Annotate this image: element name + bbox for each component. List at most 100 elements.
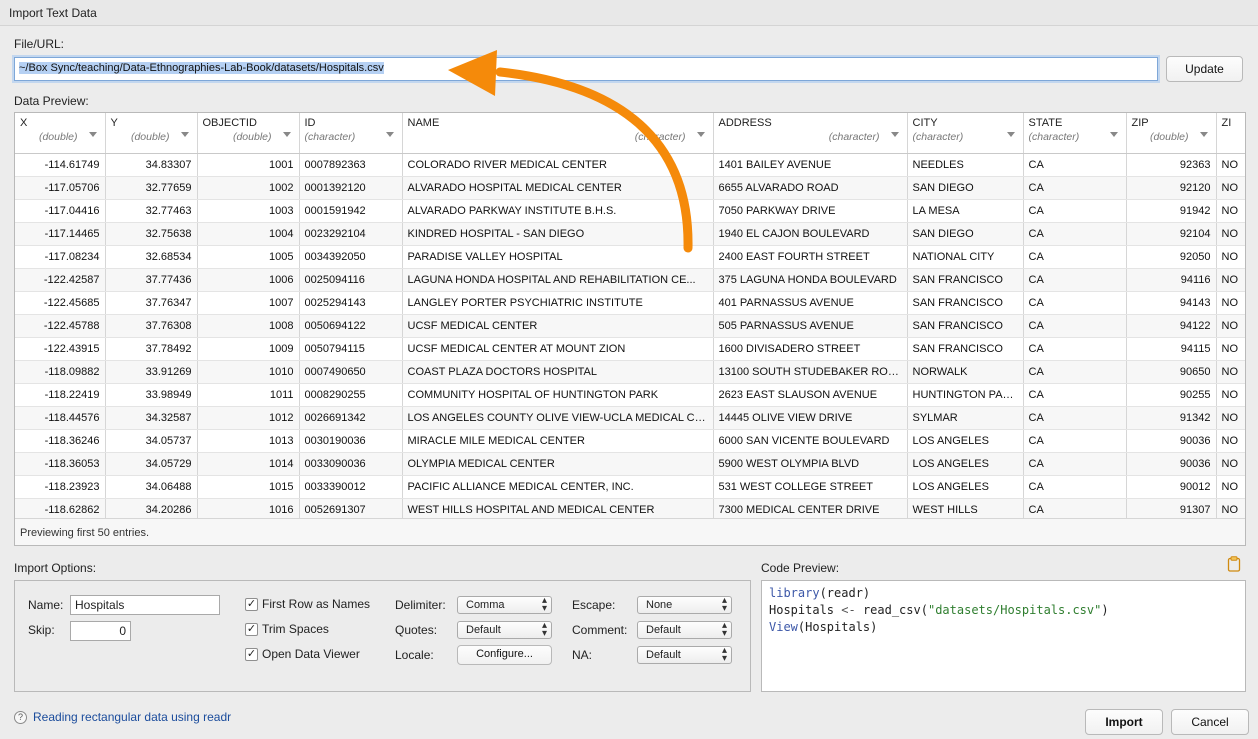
column-type-dropdown-icon[interactable] — [282, 132, 291, 137]
column-type-dropdown-icon[interactable] — [1109, 132, 1118, 137]
table-row: -122.45685 37.76347 1007 0025294143 LANGLEY … — [15, 291, 1245, 315]
checkbox-check-icon: ✓ — [245, 597, 258, 611]
cancel-button[interactable]: Cancel — [1171, 709, 1249, 735]
column-type-dropdown-icon[interactable] — [890, 132, 899, 137]
na-select[interactable]: Default ▴ ▾ — [637, 646, 732, 664]
name-input[interactable]: Hospitals — [70, 595, 220, 615]
table-cell: -118.09882 — [15, 360, 106, 384]
table-cell: 1013 — [197, 429, 300, 453]
escape-label: Escape: — [572, 598, 616, 612]
comment-value: Default — [646, 624, 681, 636]
code-preview-editor[interactable]: library(readr) Hospitals <- read_csv("da… — [761, 580, 1246, 692]
table-cell: 90012 — [1126, 475, 1217, 499]
clipboard-icon[interactable] — [1227, 556, 1241, 572]
table-cell: -122.45685 — [15, 291, 106, 315]
table-cell: CA — [1023, 291, 1127, 315]
file-url-value: ~/Box Sync/teaching/Data-Ethnographies-L… — [19, 62, 384, 74]
table-cell: 375 LAGUNA HONDA BOULEVARD — [713, 268, 908, 292]
table-row: -118.22419 33.98949 1011 0008290255 COMMUNIT… — [15, 383, 1245, 407]
code-line-2: Hospitals <- read_csv("datasets/Hospital… — [769, 603, 1109, 617]
skip-input[interactable]: 0 — [70, 621, 131, 641]
table-cell: NEEDLES — [907, 153, 1024, 177]
table-row: -118.23923 34.06488 1015 0033390012 PACIFIC … — [15, 475, 1245, 499]
table-cell: UCSF MEDICAL CENTER — [402, 314, 714, 338]
quotes-select[interactable]: Default ▴ ▾ — [457, 621, 552, 639]
table-cell: 1015 — [197, 475, 300, 499]
table-cell: CA — [1023, 406, 1127, 430]
locale-configure-button[interactable]: Configure... — [457, 645, 552, 665]
table-cell: CA — [1023, 199, 1127, 223]
column-type: (character) — [1028, 131, 1080, 143]
table-cell: 32.68534 — [105, 245, 198, 269]
table-cell: ALVARADO PARKWAY INSTITUTE B.H.S. — [402, 199, 714, 223]
table-cell: 32.77659 — [105, 176, 198, 200]
column-type-dropdown-icon[interactable] — [696, 132, 705, 137]
table-cell: 34.05737 — [105, 429, 198, 453]
data-preview-grid[interactable]: X (double) Y (double) OBJECTID (double) ID (cha… — [14, 112, 1246, 546]
column-type-dropdown-icon[interactable] — [1199, 132, 1208, 137]
table-cell: LOS ANGELES — [907, 452, 1024, 476]
column-type: (character) — [634, 131, 686, 143]
escape-select[interactable]: None ▴ ▾ — [637, 596, 732, 614]
table-cell: 505 PARNASSUS AVENUE — [713, 314, 908, 338]
readr-help-link[interactable]: ? Reading rectangular data using readr — [14, 710, 231, 724]
table-cell: -122.45788 — [15, 314, 106, 338]
table-cell: LANGLEY PORTER PSYCHIATRIC INSTITUTE — [402, 291, 714, 315]
column-type-dropdown-icon[interactable] — [88, 132, 97, 137]
table-row: -122.45788 37.76308 1008 0050694122 UCSF MED… — [15, 314, 1245, 338]
escape-value: None — [646, 599, 673, 611]
table-cell: 34.32587 — [105, 406, 198, 430]
table-cell: NO — [1216, 314, 1245, 338]
delimiter-label: Delimiter: — [395, 598, 446, 612]
table-cell: 0001392120 — [299, 176, 403, 200]
table-cell: SAN DIEGO — [907, 222, 1024, 246]
import-button[interactable]: Import — [1085, 709, 1163, 735]
table-header-row: X (double) Y (double) OBJECTID (double) ID (cha… — [15, 113, 1245, 154]
preview-footer: Previewing first 50 entries. — [15, 518, 1245, 545]
table-cell: CA — [1023, 452, 1127, 476]
column-header[interactable]: ZI — [1216, 113, 1245, 154]
file-url-input[interactable]: ~/Box Sync/teaching/Data-Ethnographies-L… — [14, 57, 1158, 81]
table-cell: 1009 — [197, 337, 300, 361]
table-cell: 94143 — [1126, 291, 1217, 315]
first-row-as-names-checkbox[interactable]: ✓ First Row as Names — [245, 597, 370, 611]
table-cell: NO — [1216, 475, 1245, 499]
column-name: NAME — [407, 117, 440, 129]
column-type-dropdown-icon[interactable] — [385, 132, 394, 137]
column-header[interactable]: OBJECTID (double) — [197, 113, 300, 154]
table-cell: 0050794115 — [299, 337, 403, 361]
table-cell: -118.36246 — [15, 429, 106, 453]
table-cell: 6000 SAN VICENTE BOULEVARD — [713, 429, 908, 453]
column-name: ZIP — [1131, 117, 1149, 129]
table-cell: 1600 DIVISADERO STREET — [713, 337, 908, 361]
column-header[interactable]: STATE (character) — [1023, 113, 1127, 154]
column-type-dropdown-icon[interactable] — [1006, 132, 1015, 137]
update-button[interactable]: Update — [1166, 56, 1243, 82]
open-data-viewer-checkbox[interactable]: ✓ Open Data Viewer — [245, 647, 360, 661]
table-cell: OLYMPIA MEDICAL CENTER — [402, 452, 714, 476]
trim-spaces-label: Trim Spaces — [262, 622, 329, 636]
column-header[interactable]: X (double) — [15, 113, 106, 154]
table-cell: CA — [1023, 268, 1127, 292]
trim-spaces-checkbox[interactable]: ✓ Trim Spaces — [245, 622, 329, 636]
table-cell: 1008 — [197, 314, 300, 338]
table-row: -117.05706 32.77659 1002 0001392120 ALVARADO… — [15, 176, 1245, 200]
open-data-viewer-label: Open Data Viewer — [262, 647, 360, 661]
column-header[interactable]: Y (double) — [105, 113, 198, 154]
column-header[interactable]: ADDRESS (character) — [713, 113, 908, 154]
column-header[interactable]: CITY (character) — [907, 113, 1024, 154]
delimiter-select[interactable]: Comma ▴ ▾ — [457, 596, 552, 614]
table-cell: HUNTINGTON PARK — [907, 383, 1024, 407]
column-header[interactable]: NAME (character) — [402, 113, 714, 154]
comment-label: Comment: — [572, 623, 628, 637]
column-header[interactable]: ID (character) — [299, 113, 403, 154]
table-cell: CA — [1023, 314, 1127, 338]
column-type-dropdown-icon[interactable] — [180, 132, 189, 137]
column-header[interactable]: ZIP (double) — [1126, 113, 1217, 154]
table-cell: 1002 — [197, 176, 300, 200]
table-cell: -118.44576 — [15, 406, 106, 430]
table-cell: NO — [1216, 291, 1245, 315]
comment-select[interactable]: Default ▴ ▾ — [637, 621, 732, 639]
table-cell: 0008290255 — [299, 383, 403, 407]
table-cell: 2623 EAST SLAUSON AVENUE — [713, 383, 908, 407]
